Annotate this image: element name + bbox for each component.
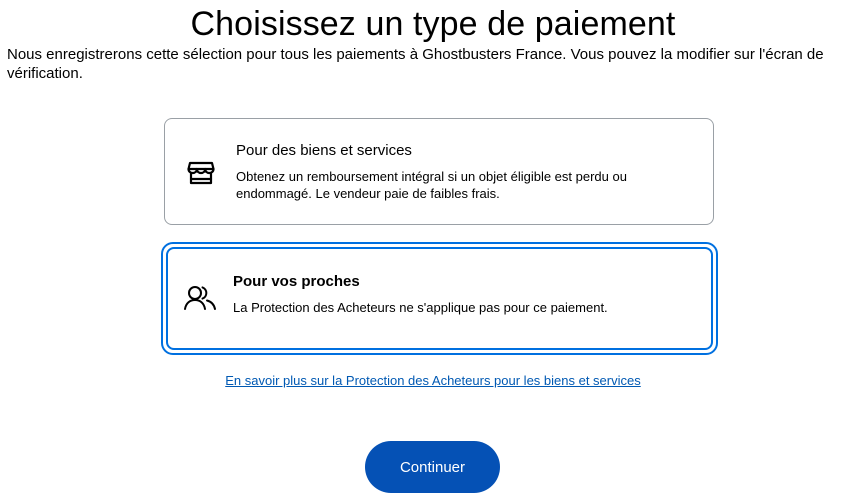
- option-friends-family[interactable]: Pour vos proches La Protection des Achet…: [161, 242, 718, 355]
- page-title: Choisissez un type de paiement: [190, 5, 676, 43]
- option-description: Obtenez un remboursement intégral si un …: [236, 169, 627, 201]
- option-title: Pour des biens et services: [236, 142, 412, 159]
- continue-button[interactable]: Continuer: [365, 441, 500, 493]
- option-title: Pour vos proches: [233, 273, 360, 290]
- storefront-icon: [185, 156, 217, 188]
- people-icon: [183, 282, 216, 314]
- page-subtitle: Nous enregistrerons cette sélection pour…: [7, 46, 824, 82]
- buyer-protection-link[interactable]: En savoir plus sur la Protection des Ach…: [0, 373, 856, 388]
- option-goods-services[interactable]: Pour des biens et services Obtenez un re…: [164, 118, 714, 225]
- option-description: La Protection des Acheteurs ne s'appliqu…: [233, 300, 608, 315]
